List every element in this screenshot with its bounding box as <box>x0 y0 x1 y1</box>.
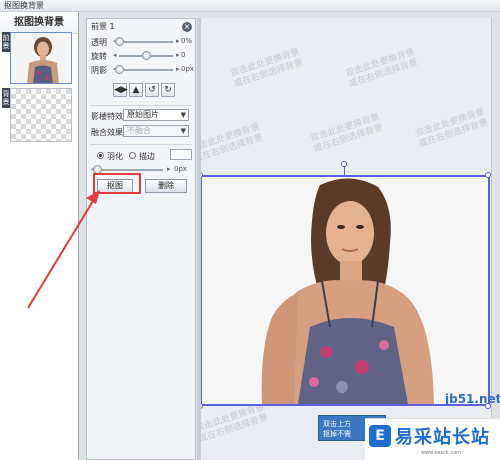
rotate-right-icon[interactable]: ↻ <box>161 83 175 97</box>
foreground-photo[interactable] <box>201 175 490 406</box>
site-watermark: jb51.net <box>445 392 500 406</box>
opacity-value: 0% <box>181 37 193 45</box>
brand-name: 易采站长站 <box>395 427 490 448</box>
properties-header: 前景 1 × <box>87 19 195 35</box>
delete-button[interactable]: 删除 <box>145 179 187 193</box>
rotate-left-icon[interactable]: ↺ <box>145 83 159 97</box>
effect-label: 影楼特效 <box>91 112 123 121</box>
shadow-track[interactable] <box>119 69 173 71</box>
background-tab[interactable]: 背景 <box>2 88 10 108</box>
rotate-increase-icon[interactable]: ▸ <box>176 51 180 59</box>
flip-vertical-icon[interactable]: ▲ <box>129 83 143 97</box>
canvas-watermark: 双击此处更换背景或在右侧选择背景 <box>344 47 420 90</box>
effect-row: 影楼特效 原始图片 ▼ <box>87 109 195 122</box>
window-title: 抠图换背景 <box>0 0 500 12</box>
shadow-slider-row: 阴影 ◂ ▸ 0px <box>87 63 195 77</box>
canvas-watermark: 双击此处更换背景或在右侧选择背景 <box>201 402 270 445</box>
easck-logo-icon: E <box>369 425 391 447</box>
canvas-watermark: 双击此处更换背景或在右侧选择背景 <box>229 47 305 90</box>
effect-select[interactable]: 原始图片 ▼ <box>123 109 189 121</box>
shadow-label: 阴影 <box>91 66 107 75</box>
feather-label: 羽化 <box>107 152 123 161</box>
feather-track[interactable] <box>97 169 163 171</box>
feather-value: 0px <box>174 165 188 173</box>
rotate-knob[interactable] <box>142 51 151 60</box>
resize-handle-bottom-left[interactable] <box>201 403 203 409</box>
opacity-label: 透明 <box>91 38 107 47</box>
layer-name: 前景 1 <box>91 22 115 31</box>
brand-watermark: E 易采站长站 www.easck.com <box>365 418 500 460</box>
rotate-value: 0 <box>181 51 186 59</box>
blend-select[interactable]: 不融合 ▼ <box>123 125 189 137</box>
shadow-value: 0px <box>181 65 195 73</box>
chevron-down-icon: ▼ <box>180 127 186 135</box>
chevron-down-icon: ▼ <box>180 111 186 119</box>
model-thumbnail-image <box>11 33 71 83</box>
canvas-watermark: 双击此处更换背景或在右侧选择背景 <box>201 122 265 165</box>
blend-select-value: 不融合 <box>127 126 151 135</box>
foreground-tab[interactable]: 前景 <box>2 32 10 52</box>
opacity-knob[interactable] <box>115 37 124 46</box>
stroke-label: 描边 <box>139 152 155 161</box>
canvas-watermark: 双击此处更换背景或在右侧选择背景 <box>309 112 385 155</box>
edge-mode-row: 羽化 描边 <box>87 149 195 163</box>
canvas-watermark: 双击此处更换背景或在右侧选择背景 <box>414 107 490 150</box>
layers-panel-title: 抠图换背景 <box>0 12 78 34</box>
stroke-width-input[interactable] <box>170 149 192 160</box>
rotation-handle[interactable] <box>341 161 347 167</box>
feather-increase-icon[interactable]: ▸ <box>167 165 171 173</box>
brand-url: www.easck.com <box>421 450 462 456</box>
red-arrow-annotation <box>27 190 100 309</box>
shadow-increase-icon[interactable]: ▸ <box>176 65 180 73</box>
shadow-knob[interactable] <box>115 65 124 74</box>
feather-radio[interactable] <box>97 152 104 159</box>
effect-select-value: 原始图片 <box>127 110 159 119</box>
opacity-increase-icon[interactable]: ▸ <box>176 37 180 45</box>
rotate-slider-row: 旋转 ◂ ▸ 0 <box>87 49 195 63</box>
close-icon[interactable]: × <box>182 22 192 32</box>
transform-toolbar: ◀▶ ▲ ↺ ↻ <box>87 81 195 99</box>
divider <box>90 105 192 106</box>
flip-horizontal-icon[interactable]: ◀▶ <box>113 83 128 97</box>
blend-row: 融合效果 不融合 ▼ <box>87 125 195 138</box>
background-thumbnail[interactable] <box>10 88 72 142</box>
divider <box>90 144 192 145</box>
opacity-slider-row: 透明 ◂ ▸ 0% <box>87 35 195 49</box>
stroke-radio[interactable] <box>129 152 136 159</box>
rotate-decrease-icon[interactable]: ◂ <box>113 51 117 59</box>
opacity-track[interactable] <box>119 41 173 43</box>
foreground-thumbnail[interactable] <box>10 32 72 84</box>
blend-label: 融合效果 <box>91 128 123 137</box>
model-photo <box>202 177 488 404</box>
rotate-label: 旋转 <box>91 52 107 61</box>
rotation-handle-line <box>344 166 345 175</box>
